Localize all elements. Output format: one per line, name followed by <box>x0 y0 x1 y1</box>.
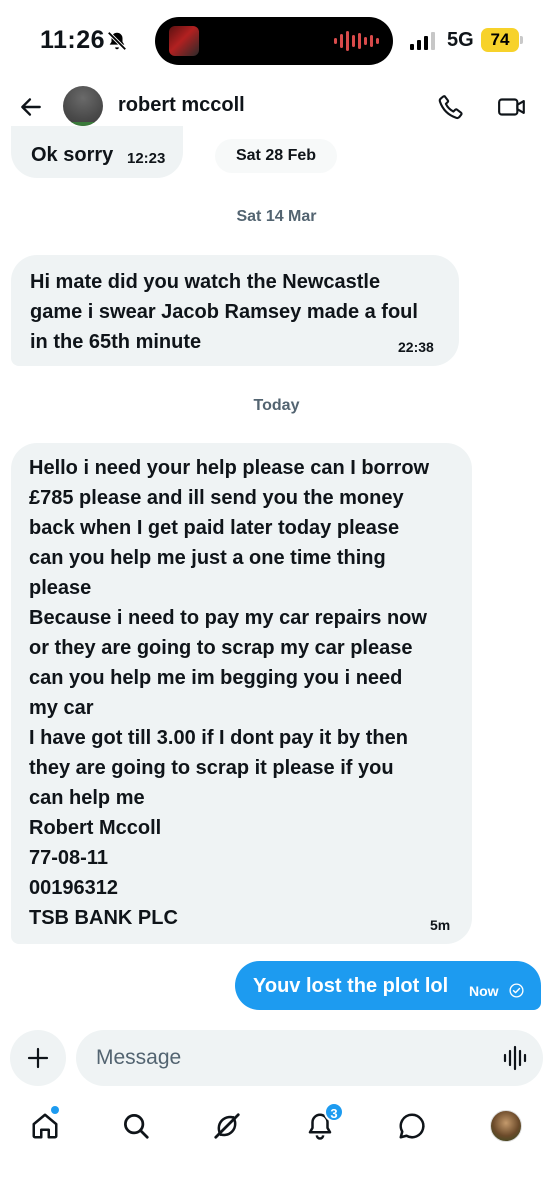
message-line: in the 65th minute <box>30 331 202 353</box>
message-bubble-incoming[interactable]: Ok sorry 12:23 <box>11 126 183 178</box>
now-playing-artwork <box>169 26 199 56</box>
message-text: Hi mate did you watch the Newcastle game… <box>30 267 418 357</box>
bell-off-icon <box>107 31 127 51</box>
voice-message-icon[interactable] <box>502 1044 528 1072</box>
message-timestamp: Now <box>469 983 499 999</box>
message-timestamp: 12:23 <box>127 150 166 167</box>
message-line: Robert Mccoll <box>29 817 162 839</box>
message-bubble-incoming[interactable]: Hello i need your help please can I borr… <box>11 443 472 944</box>
tab-search[interactable] <box>118 1108 154 1144</box>
date-chip: Sat 28 Feb <box>215 139 337 173</box>
phone-call-icon[interactable] <box>437 93 465 121</box>
message-input[interactable] <box>76 1030 543 1086</box>
message-line: can help me <box>29 787 145 809</box>
message-text: Youv lost the plot lol <box>253 975 449 997</box>
message-line: £785 please and ill send you the money <box>29 487 404 509</box>
message-line: or they are going to scrap my car please <box>29 637 413 659</box>
message-line: please <box>29 577 92 599</box>
video-call-icon[interactable] <box>497 94 527 120</box>
message-text: Ok sorry <box>31 144 114 166</box>
message-line: Hi mate did you watch the Newcastle <box>30 271 381 293</box>
notifications-badge: 3 <box>324 1102 344 1122</box>
message-line: game i swear Jacob Ramsey made a foul <box>30 301 418 323</box>
add-attachment-button[interactable] <box>10 1030 66 1086</box>
message-text: Hello i need your help please can I borr… <box>29 453 429 933</box>
battery-indicator: 74 <box>481 28 519 52</box>
tab-messages[interactable] <box>394 1108 430 1144</box>
audio-waveform-icon <box>334 31 379 51</box>
contact-name[interactable]: robert mccoll <box>118 94 245 117</box>
network-type: 5G <box>447 29 474 51</box>
grok-icon <box>214 1113 240 1139</box>
bottom-tab-bar: 3 <box>0 1100 553 1200</box>
message-timestamp: 5m <box>430 917 451 933</box>
cellular-signal-icon <box>410 32 435 50</box>
message-line: TSB BANK PLC <box>29 907 178 929</box>
clock: 11:26 <box>40 26 106 54</box>
home-icon <box>32 1113 58 1139</box>
contact-avatar[interactable] <box>63 86 103 126</box>
message-line: can you help me im begging you i need <box>29 667 403 689</box>
tab-home[interactable] <box>27 1106 63 1144</box>
message-line: I have got till 3.00 if I dont pay it by… <box>29 727 408 749</box>
chat-bubble-icon <box>399 1113 425 1139</box>
back-arrow-icon[interactable] <box>18 94 44 120</box>
message-line: can you help me just a one time thing <box>29 547 386 569</box>
message-line: Because i need to pay my car repairs now <box>29 607 427 629</box>
date-separator: Today <box>253 397 300 414</box>
message-line: 00196312 <box>29 877 118 899</box>
battery-tip <box>520 36 523 44</box>
message-line: Hello i need your help please can I borr… <box>29 457 430 479</box>
date-separator: Sat 14 Mar <box>236 208 317 225</box>
unread-dot <box>51 1106 59 1114</box>
dynamic-island[interactable] <box>155 17 393 65</box>
message-line: my car <box>29 697 94 719</box>
message-line: they are going to scrap it please if you <box>29 757 394 779</box>
tab-grok[interactable] <box>209 1108 245 1144</box>
message-timestamp: 22:38 <box>398 339 434 355</box>
message-line: back when I get paid later today please <box>29 517 400 539</box>
tab-notifications[interactable]: 3 <box>302 1102 344 1144</box>
status-bar: 11:26 5G 74 <box>0 0 553 80</box>
message-bubble-incoming[interactable]: Hi mate did you watch the Newcastle game… <box>11 255 459 366</box>
message-line: 77-08-11 <box>29 847 108 869</box>
plus-icon <box>27 1047 49 1069</box>
profile-avatar[interactable] <box>490 1110 522 1142</box>
message-bubble-outgoing[interactable]: Youv lost the plot lol Now <box>235 961 541 1010</box>
search-icon <box>124 1114 149 1139</box>
sent-check-icon <box>509 983 524 998</box>
